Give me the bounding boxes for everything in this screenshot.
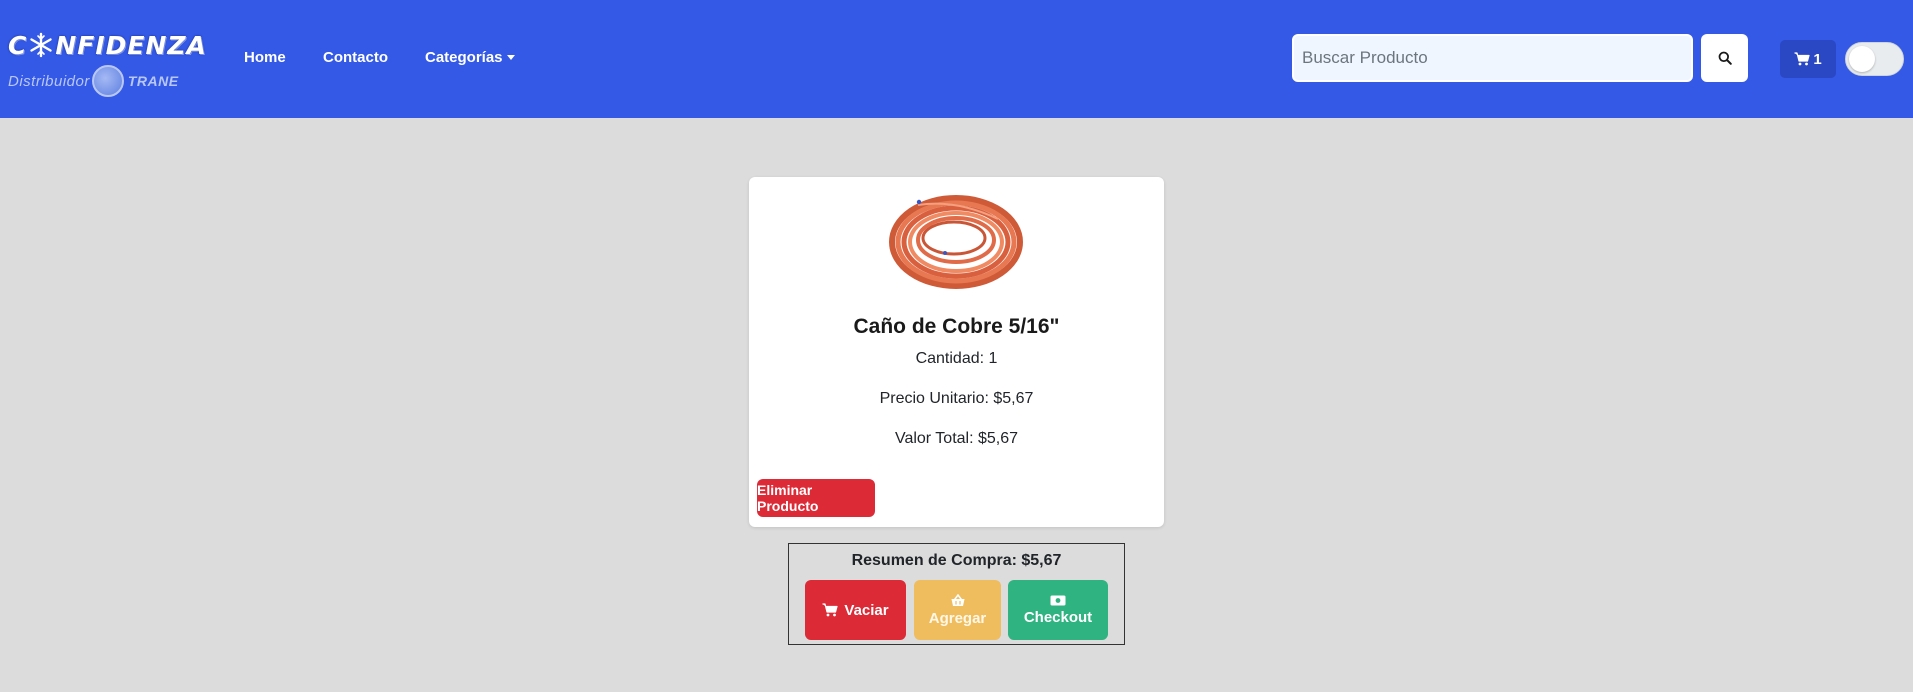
product-quantity: Cantidad: 1 bbox=[915, 350, 998, 367]
nav-link-home[interactable]: Home bbox=[244, 49, 286, 66]
checkout-label: Checkout bbox=[1023, 608, 1093, 626]
remove-product-button[interactable]: Eliminar Producto bbox=[757, 479, 875, 517]
nav-link-contacto[interactable]: Contacto bbox=[323, 49, 388, 66]
brand-partner-label: TRANE bbox=[127, 73, 179, 89]
cart-item-card: Caño de Cobre 5/16" Cantidad: 1 Precio U… bbox=[749, 177, 1164, 527]
add-more-button[interactable]: Agregar bbox=[914, 580, 1001, 640]
add-more-label: Agregar bbox=[928, 609, 987, 627]
brand-distributor-label: Distribuidor bbox=[8, 72, 90, 90]
cart-button[interactable]: 1 bbox=[1780, 40, 1836, 78]
nav-dropdown-categorias[interactable]: Categorías bbox=[425, 49, 515, 66]
nav-dropdown-label: Categorías bbox=[425, 49, 503, 66]
cart-count: 1 bbox=[1813, 50, 1822, 68]
trane-logo-icon bbox=[91, 65, 124, 97]
basket-icon bbox=[951, 593, 964, 606]
brand-wordmark-suffix: NFIDENZA bbox=[55, 30, 207, 60]
search-icon bbox=[1718, 51, 1732, 65]
checkout-button[interactable]: Checkout bbox=[1008, 580, 1108, 640]
summary-title: Resumen de Compra: $5,67 bbox=[851, 552, 1062, 569]
brand-logo[interactable]: C NFIDENZA Distribuidor TRANE bbox=[8, 28, 208, 100]
navbar: C NFIDENZA Distribuidor TRANE Home Conta… bbox=[0, 0, 1913, 118]
brand-wordmark-prefix: C bbox=[8, 30, 28, 60]
snowflake-icon bbox=[28, 32, 54, 58]
product-total-value: Valor Total: $5,67 bbox=[894, 430, 1019, 447]
theme-toggle[interactable] bbox=[1845, 42, 1904, 76]
product-name: Caño de Cobre 5/16" bbox=[853, 315, 1060, 338]
cash-icon bbox=[1050, 595, 1066, 605]
product-unit-price: Precio Unitario: $5,67 bbox=[879, 390, 1034, 407]
search-input[interactable] bbox=[1292, 34, 1693, 82]
cart-icon bbox=[1794, 52, 1810, 66]
product-image bbox=[888, 191, 1024, 291]
caret-down-icon bbox=[506, 55, 515, 60]
empty-cart-label: Vaciar bbox=[844, 601, 889, 619]
cart-icon bbox=[822, 603, 838, 617]
brand-subline: Distribuidor TRANE bbox=[8, 64, 208, 98]
brand-wordmark: C NFIDENZA bbox=[8, 28, 208, 62]
search-button[interactable] bbox=[1701, 34, 1748, 82]
purchase-summary: Resumen de Compra: $5,67 Vaciar Agregar … bbox=[788, 543, 1125, 645]
toggle-knob bbox=[1849, 46, 1875, 72]
empty-cart-button[interactable]: Vaciar bbox=[805, 580, 906, 640]
